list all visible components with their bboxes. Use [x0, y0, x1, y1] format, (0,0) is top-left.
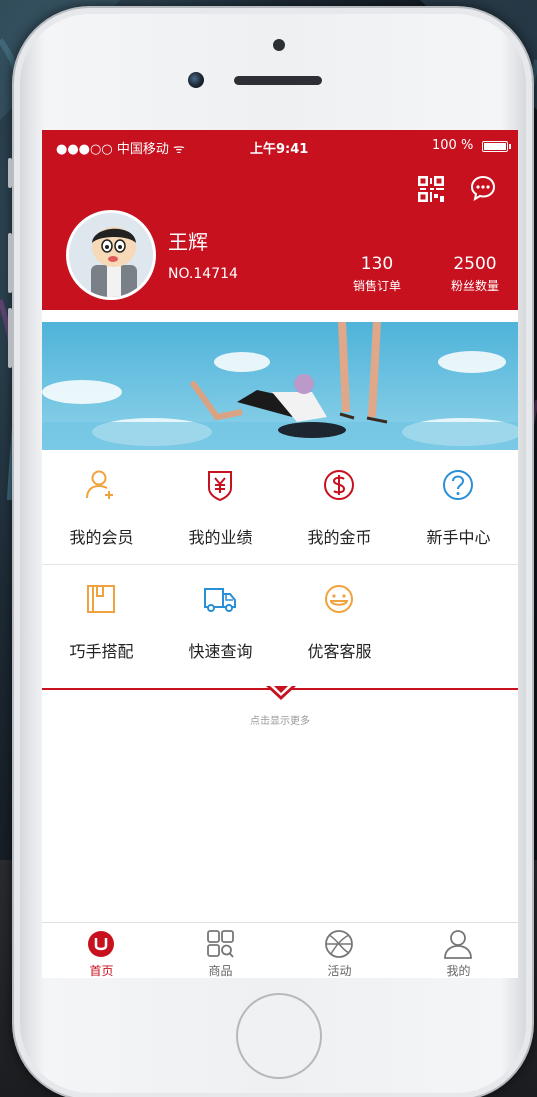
battery-icon	[482, 141, 508, 152]
tab-home[interactable]: 首页	[42, 929, 161, 978]
message-icon[interactable]	[469, 174, 497, 202]
menu-row-1: 我的会员 我的业绩 我的金币 新手中心	[42, 452, 518, 562]
smile-icon	[325, 585, 353, 613]
front-camera	[188, 72, 204, 88]
stat-sales-orders[interactable]: 130 销售订单	[342, 254, 412, 294]
menu-row-2: 巧手搭配 快速查询 优客客服	[42, 566, 518, 676]
carrier-signal: ●●●○○ 中国移动 ᯤ	[56, 142, 185, 157]
promo-banner[interactable]	[42, 322, 518, 450]
banner-image	[42, 322, 518, 450]
box-icon	[87, 585, 115, 613]
menu-label: 快速查询	[188, 642, 253, 661]
tab-label: 首页	[89, 964, 114, 978]
stat-fans[interactable]: 2500 粉丝数量	[440, 254, 510, 294]
mute-switch	[8, 158, 12, 188]
ball-icon	[325, 930, 353, 958]
menu-item-tracking[interactable]: 快速查询	[161, 566, 280, 676]
show-more-link[interactable]: 点击显示更多	[42, 712, 518, 727]
battery-percent: 100 %	[432, 138, 474, 153]
profile-header: ●●●○○ 中国移动 ᯤ 上午9:41 100 % 王辉 NO.14714 13…	[42, 130, 518, 310]
status-time: 上午9:41	[250, 142, 309, 157]
chevron-down-icon[interactable]	[266, 680, 296, 700]
menu-divider	[42, 564, 518, 565]
earpiece-speaker	[234, 76, 322, 85]
tab-products[interactable]: 商品	[161, 929, 280, 978]
bottom-tab-bar: 首页 商品 活动 我的	[42, 922, 518, 978]
yen-shield-icon	[208, 471, 232, 502]
stat-label: 粉丝数量	[450, 279, 499, 293]
battery-tip	[509, 144, 511, 149]
home-button[interactable]	[236, 993, 322, 1079]
avatar[interactable]	[66, 210, 156, 300]
menu-item-performance[interactable]: 我的业绩	[161, 452, 280, 562]
app-screen: ●●●○○ 中国移动 ᯤ 上午9:41 100 % 王辉 NO.14714 13…	[42, 130, 518, 978]
grid-search-icon	[207, 930, 234, 958]
menu-label: 巧手搭配	[69, 642, 134, 661]
qr-code-icon[interactable]	[418, 176, 444, 202]
tab-activities[interactable]: 活动	[280, 929, 399, 978]
cartoon-avatar-image	[69, 213, 153, 297]
menu-item-member[interactable]: 我的会员	[42, 452, 161, 562]
member-icon	[86, 470, 113, 499]
dollar-coin-icon	[324, 470, 354, 500]
stat-label: 销售订单	[352, 279, 401, 293]
user-name: 王辉	[168, 230, 208, 254]
menu-item-coins[interactable]: 我的金币	[280, 452, 399, 562]
menu-item-match[interactable]: 巧手搭配	[42, 566, 161, 676]
menu-item-help[interactable]: 新手中心	[399, 452, 518, 562]
menu-label: 我的业绩	[188, 528, 253, 547]
question-icon	[443, 470, 473, 500]
menu-item-service[interactable]: 优客客服	[280, 566, 399, 676]
phone-frame: ●●●○○ 中国移动 ᯤ 上午9:41 100 % 王辉 NO.14714 13…	[8, 6, 534, 1097]
stat-value: 130	[360, 254, 394, 274]
tab-mine[interactable]: 我的	[399, 929, 518, 978]
menu-label: 新手中心	[426, 528, 491, 547]
volume-down-button	[8, 308, 12, 368]
home-u-icon	[88, 931, 114, 957]
status-bar: ●●●○○ 中国移动 ᯤ 上午9:41 100 %	[42, 138, 518, 158]
menu-label: 我的金币	[307, 528, 372, 547]
tab-label: 商品	[208, 964, 233, 978]
proximity-sensor	[273, 39, 285, 51]
volume-up-button	[8, 233, 12, 293]
user-icon	[444, 930, 472, 959]
tab-label: 我的	[446, 964, 471, 978]
tab-label: 活动	[327, 964, 352, 978]
stat-value: 2500	[453, 254, 497, 274]
menu-label: 优客客服	[307, 642, 372, 661]
menu-label: 我的会员	[69, 528, 134, 547]
truck-icon	[204, 588, 236, 612]
user-number: NO.14714	[168, 266, 238, 282]
